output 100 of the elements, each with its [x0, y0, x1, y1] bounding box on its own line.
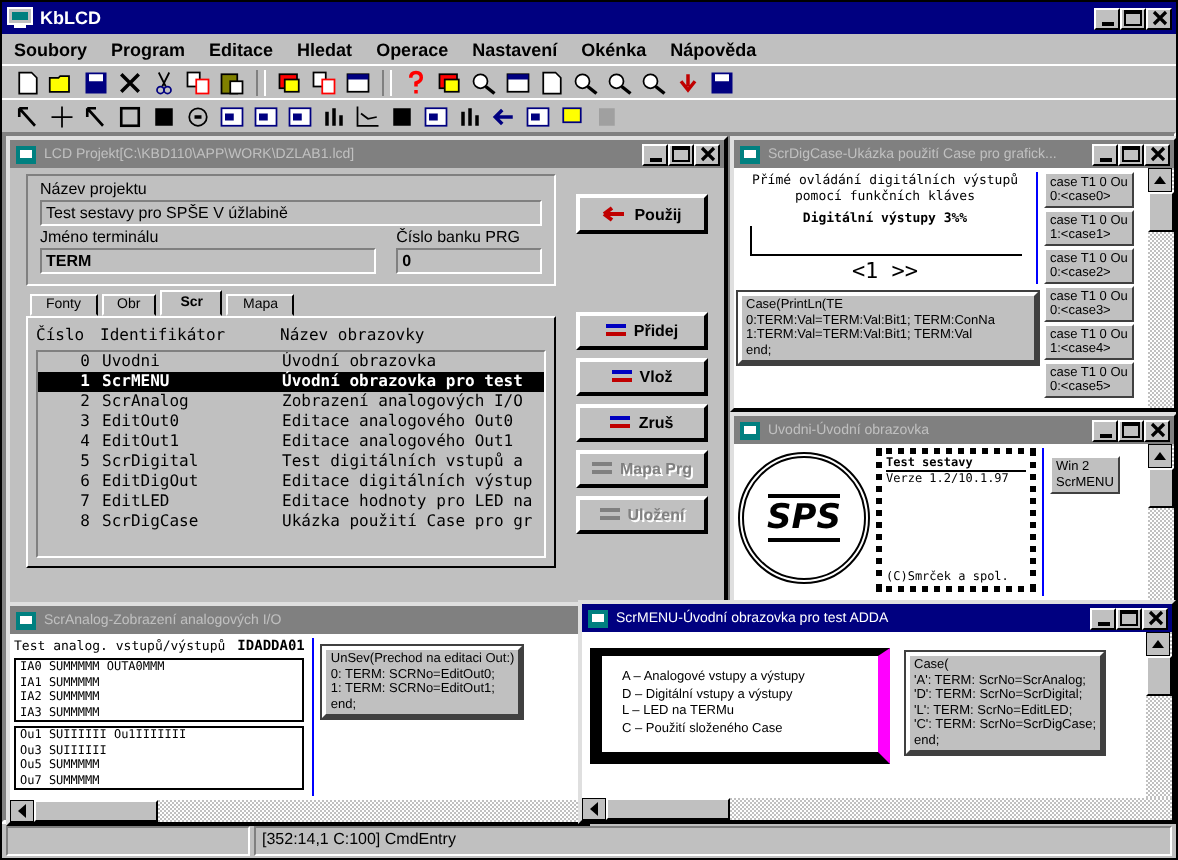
- magnifier-icon[interactable]: [606, 69, 634, 95]
- action-button[interactable]: Zruš: [576, 404, 708, 442]
- minimize-button[interactable]: [1092, 143, 1118, 165]
- project-name-field[interactable]: Test sestavy pro SPŠE V úžlabině: [40, 200, 542, 226]
- filled-square-icon[interactable]: [150, 103, 178, 129]
- maximize-button[interactable]: [1118, 143, 1144, 165]
- window-icon[interactable]: [344, 69, 372, 95]
- window-icon[interactable]: [218, 103, 246, 129]
- close-icon: [699, 146, 715, 162]
- menu-item[interactable]: Operace: [376, 39, 449, 59]
- menu-item[interactable]: Okénka: [581, 39, 647, 59]
- scroll-left-icon[interactable]: [10, 800, 34, 822]
- folder-icon[interactable]: [48, 69, 76, 95]
- maximize-icon: [672, 146, 690, 162]
- arrow-icon[interactable]: [490, 103, 518, 129]
- app-title: KbLCD: [40, 8, 103, 28]
- action-button[interactable]: Vlož: [576, 358, 708, 396]
- maximize-button[interactable]: [1116, 607, 1142, 629]
- cross-icon[interactable]: [48, 103, 76, 129]
- menu-item[interactable]: Nápověda: [670, 39, 757, 59]
- scroll-up-icon[interactable]: [1148, 168, 1172, 192]
- close-button[interactable]: [1144, 143, 1170, 165]
- minimize-button[interactable]: [1092, 419, 1118, 441]
- maximize-icon: [1122, 422, 1140, 438]
- apply-button[interactable]: Použij: [576, 194, 708, 234]
- menu-item[interactable]: Editace: [209, 39, 274, 59]
- window-icon[interactable]: [286, 103, 314, 129]
- magnifier-icon[interactable]: [470, 69, 498, 95]
- list-row[interactable]: 6 EditDigOut Editace digitálních výstup: [38, 472, 544, 492]
- close-button[interactable]: [694, 143, 720, 165]
- list-row[interactable]: 8 ScrDigCase Ukázka použití Case pro gr: [38, 512, 544, 532]
- window-icon[interactable]: [524, 103, 552, 129]
- close-icon: [1147, 610, 1163, 626]
- scrollbar-thumb[interactable]: [1148, 192, 1174, 232]
- close-icon: [1149, 422, 1165, 438]
- list-row[interactable]: 5 ScrDigital Test digitálních vstupů a: [38, 452, 544, 472]
- scrollbar-thumb[interactable]: [1146, 656, 1172, 696]
- vertical-scrollbar[interactable]: [1148, 168, 1174, 408]
- page-indicator: <1 >>: [851, 258, 919, 284]
- scroll-up-icon[interactable]: [1146, 632, 1170, 656]
- close-button[interactable]: [1144, 419, 1170, 441]
- circle-icon[interactable]: [184, 103, 212, 129]
- square-icon[interactable]: [116, 103, 144, 129]
- window-icon[interactable]: [252, 103, 280, 129]
- column-header: Číslo: [36, 326, 87, 346]
- window-icon[interactable]: [422, 103, 450, 129]
- scroll-left-icon[interactable]: [582, 798, 606, 820]
- column-header: Identifikátor: [100, 326, 228, 346]
- status-text: [352:14,1 C:100] CmdEntry: [254, 826, 1172, 856]
- minimize-button[interactable]: [1094, 7, 1120, 29]
- maximize-icon: [1122, 146, 1140, 162]
- window-icon: [14, 143, 38, 165]
- vertical-scrollbar[interactable]: [1148, 444, 1174, 600]
- bank-number-field[interactable]: 0: [396, 248, 542, 274]
- window-icon[interactable]: [504, 69, 532, 95]
- copy-icon[interactable]: [310, 69, 338, 95]
- close-button[interactable]: [1146, 7, 1172, 29]
- magnifier-icon[interactable]: [572, 69, 600, 95]
- list-row[interactable]: 4 EditOut1 Editace analogového Out1: [38, 432, 544, 452]
- bar-chart-icon[interactable]: [456, 103, 484, 129]
- list-row[interactable]: 7 EditLED Editace hodnoty pro LED na: [38, 492, 544, 512]
- copy-icon[interactable]: [184, 69, 212, 95]
- scrollbar-thumb[interactable]: [1148, 468, 1174, 508]
- bar-chart-icon[interactable]: [320, 103, 348, 129]
- app-icon: [6, 6, 34, 30]
- list-icon: [610, 414, 631, 432]
- field-label: Jméno terminálu: [40, 228, 161, 246]
- magnifier-icon[interactable]: [640, 69, 668, 95]
- menu-item[interactable]: Soubory: [14, 39, 88, 59]
- window-icon: [14, 609, 38, 631]
- minimize-button[interactable]: [1090, 607, 1116, 629]
- maximize-button[interactable]: [1118, 419, 1144, 441]
- horizontal-scrollbar[interactable]: [582, 798, 1172, 820]
- terminal-name-field[interactable]: TERM: [40, 248, 377, 274]
- chart-icon[interactable]: [354, 103, 382, 129]
- clipboard-icon[interactable]: [218, 69, 246, 95]
- filled-square-icon[interactable]: [388, 103, 416, 129]
- list-icon: [599, 506, 620, 524]
- scissors-icon[interactable]: [150, 69, 178, 95]
- column-header: Název obrazovky: [280, 326, 427, 346]
- vertical-scrollbar[interactable]: [1146, 632, 1172, 798]
- arrow-icon[interactable]: [674, 69, 702, 95]
- minimize-button[interactable]: [642, 143, 668, 165]
- menu-item[interactable]: Hledat: [297, 39, 353, 59]
- pointer-icon[interactable]: [82, 103, 110, 129]
- sps-logo: SPS: [738, 452, 870, 584]
- list-row[interactable]: 3 EditOut0 Editace analogového Out0: [38, 412, 544, 432]
- close-icon: [1151, 10, 1167, 26]
- maximize-button[interactable]: [1120, 7, 1146, 29]
- cross-icon[interactable]: [116, 69, 144, 95]
- menu-item[interactable]: Program: [111, 39, 186, 59]
- list-row[interactable]: 2 ScrAnalog Zobrazení analogových I/O: [38, 392, 544, 412]
- pointer-icon[interactable]: [14, 103, 42, 129]
- arrow-left-icon: [602, 206, 627, 222]
- scroll-up-icon[interactable]: [1148, 444, 1172, 468]
- close-button[interactable]: [1142, 607, 1168, 629]
- action-button[interactable]: Přidej: [576, 312, 708, 350]
- list-row[interactable]: 1 ScrMENU Úvodní obrazovka pro test: [38, 372, 544, 392]
- maximize-button[interactable]: [668, 143, 694, 165]
- menu-item[interactable]: Nastavení: [472, 39, 558, 59]
